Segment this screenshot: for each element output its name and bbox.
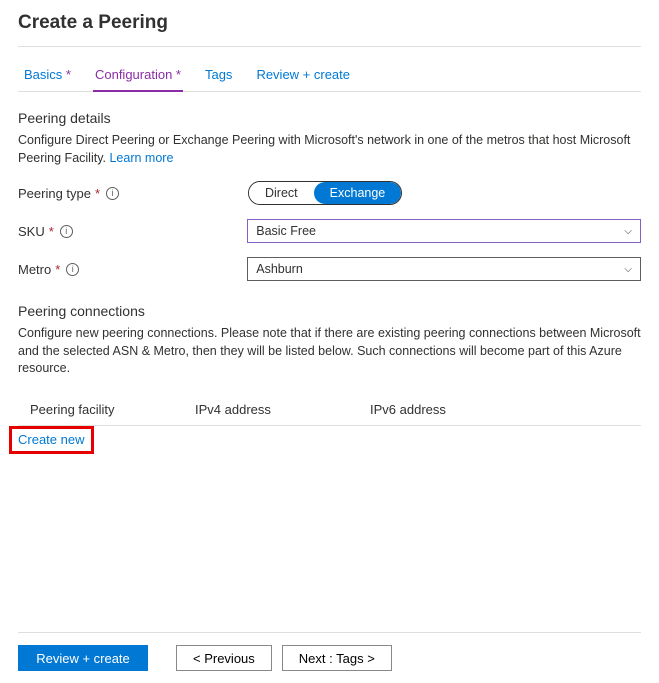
next-button[interactable]: Next : Tags >: [282, 645, 392, 671]
tab-configuration[interactable]: Configuration *: [93, 61, 183, 92]
info-icon[interactable]: i: [66, 263, 79, 276]
chevron-down-icon: ⌵: [624, 264, 632, 275]
connections-title: Peering connections: [18, 303, 641, 319]
info-icon[interactable]: i: [106, 187, 119, 200]
col-peering-facility: Peering facility: [30, 402, 195, 417]
tab-tags[interactable]: Tags: [203, 61, 234, 91]
info-icon[interactable]: i: [60, 225, 73, 238]
peering-type-direct[interactable]: Direct: [249, 182, 314, 204]
required-star: *: [172, 67, 181, 82]
metro-label: Metro * i: [18, 262, 247, 277]
chevron-down-icon: ⌵: [624, 226, 632, 237]
tab-basics[interactable]: Basics *: [22, 61, 73, 91]
required-star: *: [95, 186, 100, 201]
required-star: *: [55, 262, 60, 277]
connections-table-header: Peering facility IPv4 address IPv6 addre…: [18, 394, 641, 426]
connections-desc: Configure new peering connections. Pleas…: [18, 325, 641, 378]
peering-type-label: Peering type * i: [18, 186, 248, 201]
peering-type-toggle[interactable]: Direct Exchange: [248, 181, 402, 205]
tab-label: Basics: [24, 67, 62, 82]
footer-bar: Review + create < Previous Next : Tags >: [18, 632, 641, 671]
highlight-box: [9, 426, 94, 454]
peering-details-title: Peering details: [18, 110, 641, 126]
tab-review[interactable]: Review + create: [254, 61, 352, 91]
learn-more-link[interactable]: Learn more: [109, 151, 173, 165]
col-ipv6: IPv6 address: [370, 402, 641, 417]
required-star: *: [62, 67, 71, 82]
select-value: Ashburn: [256, 262, 303, 276]
peering-type-exchange[interactable]: Exchange: [314, 182, 402, 204]
label-text: SKU: [18, 224, 45, 239]
select-value: Basic Free: [256, 224, 316, 238]
previous-button[interactable]: < Previous: [176, 645, 272, 671]
tab-label: Configuration: [95, 67, 172, 82]
required-star: *: [49, 224, 54, 239]
col-ipv4: IPv4 address: [195, 402, 370, 417]
metro-select[interactable]: Ashburn ⌵: [247, 257, 641, 281]
review-create-button[interactable]: Review + create: [18, 645, 148, 671]
peering-details-desc: Configure Direct Peering or Exchange Pee…: [18, 132, 641, 167]
sku-select[interactable]: Basic Free ⌵: [247, 219, 641, 243]
label-text: Peering type: [18, 186, 91, 201]
tab-bar: Basics * Configuration * Tags Review + c…: [18, 61, 641, 92]
divider: [18, 46, 641, 47]
label-text: Metro: [18, 262, 51, 277]
sku-label: SKU * i: [18, 224, 247, 239]
page-title: Create a Peering: [18, 12, 641, 34]
